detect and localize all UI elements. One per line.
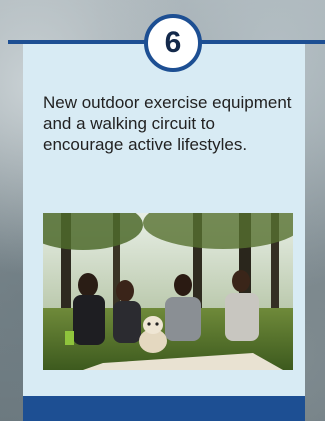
card-description: New outdoor exercise equipment and a wal… xyxy=(43,93,292,154)
step-number-badge: 6 xyxy=(144,14,202,72)
card-bottom-bar xyxy=(23,396,305,421)
park-picnic-photo xyxy=(43,213,293,370)
